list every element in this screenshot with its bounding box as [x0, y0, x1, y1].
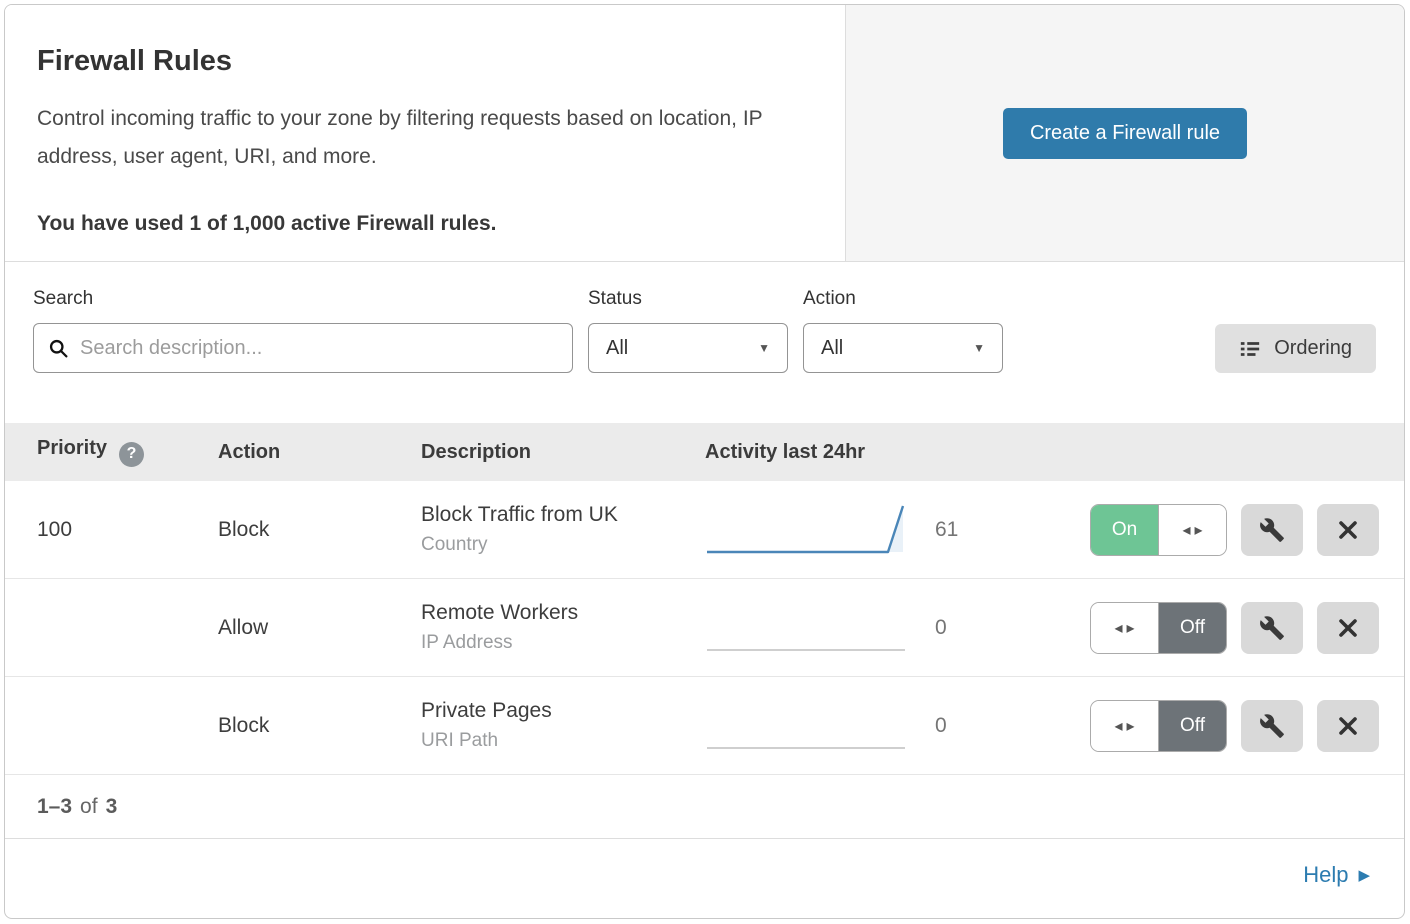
activity-count: 0	[935, 616, 1090, 640]
help-link-label: Help	[1303, 862, 1348, 888]
delete-rule-button[interactable]	[1317, 504, 1379, 556]
column-header-activity: Activity last 24hr	[705, 441, 1090, 464]
wrench-icon	[1259, 615, 1285, 641]
search-input[interactable]	[80, 337, 558, 360]
header-section: Firewall Rules Control incoming traffic …	[5, 5, 1404, 262]
toggle-handle[interactable]: ◂▸	[1091, 701, 1159, 751]
table-header-row: Priority? Action Description Activity la…	[5, 423, 1404, 481]
edit-rule-button[interactable]	[1241, 504, 1303, 556]
rule-controls: ◂▸ Off	[1090, 700, 1379, 752]
activity-count: 61	[935, 518, 1090, 542]
rule-action: Block	[218, 518, 421, 542]
table-row: Block Private Pages URI Path 0 ◂▸ Off	[5, 677, 1404, 775]
action-filter-group: Action All ▼	[803, 288, 1003, 373]
pagination-total: 3	[106, 795, 118, 819]
rule-enabled-toggle[interactable]: ◂▸ Off	[1090, 700, 1227, 752]
delete-rule-button[interactable]	[1317, 700, 1379, 752]
header-text-area: Firewall Rules Control incoming traffic …	[5, 5, 845, 261]
page-description: Control incoming traffic to your zone by…	[37, 100, 807, 176]
column-header-priority: Priority?	[37, 437, 218, 467]
ordering-wrap: Ordering	[1215, 288, 1376, 373]
search-label: Search	[33, 288, 573, 310]
toggle-handle[interactable]: ◂▸	[1158, 505, 1226, 555]
rule-description: Private Pages	[421, 699, 705, 723]
rule-description-cell: Remote Workers IP Address	[421, 601, 705, 654]
column-header-description: Description	[421, 441, 705, 464]
rule-description-cell: Block Traffic from UK Country	[421, 503, 705, 556]
action-label: Action	[803, 288, 1003, 310]
rule-enabled-toggle[interactable]: On ◂▸	[1090, 504, 1227, 556]
rule-match-type: IP Address	[421, 632, 705, 654]
rule-action: Block	[218, 714, 421, 738]
rule-description-cell: Private Pages URI Path	[421, 699, 705, 752]
activity-sparkline	[705, 695, 935, 757]
chevron-down-icon: ▼	[758, 341, 770, 355]
toggle-handle[interactable]: ◂▸	[1091, 603, 1159, 653]
close-icon	[1336, 714, 1360, 738]
toggle-arrows-icon: ◂▸	[1110, 618, 1138, 638]
action-selected-value: All	[821, 337, 843, 360]
toggle-on-segment[interactable]: On	[1091, 505, 1158, 555]
pagination-of: of	[80, 795, 98, 819]
edit-rule-button[interactable]	[1241, 700, 1303, 752]
column-header-action: Action	[218, 441, 421, 464]
page-title: Firewall Rules	[37, 45, 813, 78]
rule-priority: 100	[37, 518, 218, 542]
ordering-button-label: Ordering	[1274, 337, 1352, 360]
toggle-off-segment[interactable]: Off	[1159, 603, 1226, 653]
search-filter-group: Search	[33, 288, 573, 373]
activity-sparkline	[705, 597, 935, 659]
usage-summary: You have used 1 of 1,000 active Firewall…	[37, 212, 813, 236]
rule-controls: On ◂▸	[1090, 504, 1379, 556]
status-select[interactable]: All ▼	[588, 323, 788, 373]
rule-match-type: Country	[421, 534, 705, 556]
ordering-button[interactable]: Ordering	[1215, 324, 1376, 373]
rule-description: Remote Workers	[421, 601, 705, 625]
search-box[interactable]	[33, 323, 573, 373]
ordering-list-icon	[1239, 338, 1261, 360]
rule-action: Allow	[218, 616, 421, 640]
pagination-bar: 1–3 of 3	[5, 775, 1404, 839]
search-icon	[48, 338, 69, 359]
close-icon	[1336, 518, 1360, 542]
firewall-rules-card: Firewall Rules Control incoming traffic …	[4, 4, 1405, 919]
help-link[interactable]: Help ▶	[1303, 862, 1370, 888]
pagination-range: 1–3	[37, 795, 72, 819]
arrow-right-icon: ▶	[1358, 866, 1370, 884]
rule-controls: ◂▸ Off	[1090, 602, 1379, 654]
create-firewall-rule-button[interactable]: Create a Firewall rule	[1003, 108, 1247, 159]
wrench-icon	[1259, 713, 1285, 739]
status-filter-group: Status All ▼	[588, 288, 788, 373]
rule-enabled-toggle[interactable]: ◂▸ Off	[1090, 602, 1227, 654]
activity-count: 0	[935, 714, 1090, 738]
header-action-panel: Create a Firewall rule	[845, 5, 1404, 261]
toggle-arrows-icon: ◂▸	[1178, 520, 1206, 540]
wrench-icon	[1259, 517, 1285, 543]
activity-sparkline	[705, 499, 935, 561]
filter-bar: Search Status All ▼ Action All	[5, 262, 1404, 423]
close-icon	[1336, 616, 1360, 640]
chevron-down-icon: ▼	[973, 341, 985, 355]
table-row: Allow Remote Workers IP Address 0 ◂▸ Off	[5, 579, 1404, 677]
edit-rule-button[interactable]	[1241, 602, 1303, 654]
rule-description: Block Traffic from UK	[421, 503, 705, 527]
help-bar: Help ▶	[5, 839, 1404, 911]
status-selected-value: All	[606, 337, 628, 360]
rule-match-type: URI Path	[421, 730, 705, 752]
delete-rule-button[interactable]	[1317, 602, 1379, 654]
status-label: Status	[588, 288, 788, 310]
table-row: 100 Block Block Traffic from UK Country …	[5, 481, 1404, 579]
action-select[interactable]: All ▼	[803, 323, 1003, 373]
toggle-off-segment[interactable]: Off	[1159, 701, 1226, 751]
priority-help-icon[interactable]: ?	[119, 442, 144, 467]
toggle-arrows-icon: ◂▸	[1110, 716, 1138, 736]
